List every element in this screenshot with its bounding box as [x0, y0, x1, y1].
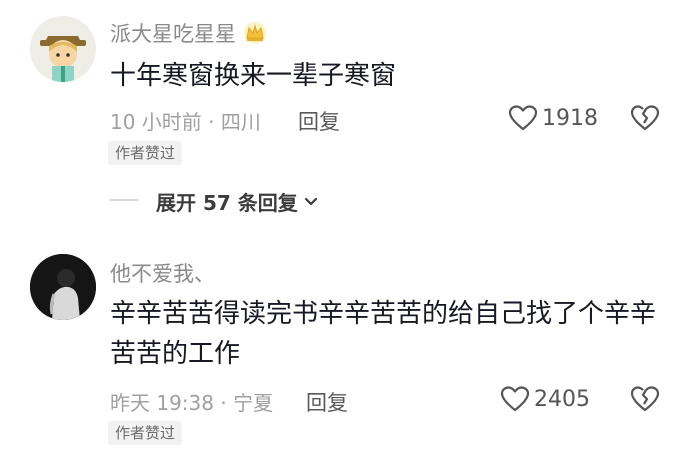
comment-text: 辛辛苦苦得读完书辛辛苦苦的给自己找了个辛辛 苦苦的工作 [110, 294, 656, 374]
expand-divider [110, 199, 138, 201]
heart-icon [500, 386, 530, 412]
author-liked-tag: 作者赞过 [108, 421, 183, 445]
broken-heart-icon [630, 105, 660, 131]
avatar[interactable] [30, 254, 96, 320]
comment-line: 辛辛苦苦得读完书辛辛苦苦的给自己找了个辛辛 [110, 299, 657, 329]
broken-heart-icon [630, 386, 660, 412]
reply-button[interactable]: 回复 [298, 106, 340, 136]
like-button[interactable]: 1918 [508, 104, 598, 132]
expand-replies-button[interactable]: 展开 57 条回复 [156, 187, 320, 216]
expand-replies-label: 展开 57 条回复 [156, 191, 298, 215]
like-count: 1918 [542, 105, 598, 131]
dislike-button[interactable] [630, 104, 660, 136]
username-text: 他不爱我、 [110, 262, 215, 286]
avatar[interactable] [30, 16, 96, 82]
heart-icon [508, 105, 538, 131]
reply-button[interactable]: 回复 [306, 387, 348, 417]
person-photo-avatar-icon [30, 254, 96, 320]
username[interactable]: 派大星吃星星 [110, 18, 268, 48]
username[interactable]: 他不爱我、 [110, 258, 215, 288]
cartoon-avatar-icon [30, 16, 96, 82]
comment-text: 十年寒窗换来一辈子寒窗 [110, 56, 396, 96]
chevron-down-icon [304, 197, 317, 205]
like-button[interactable]: 2405 [500, 385, 590, 413]
comment-line: 苦苦的工作 [110, 339, 241, 369]
username-text: 派大星吃星星 [110, 22, 236, 46]
comment-item: 派大星吃星星 十年寒窗换来一辈子寒窗 10 小时前 · 四川 回复 1918 作… [0, 0, 690, 170]
comment-time-location: 10 小时前 · 四川 [110, 110, 261, 134]
like-count: 2405 [534, 386, 590, 412]
comment-time-location: 昨天 19:38 · 宁夏 [110, 391, 274, 415]
crown-badge-icon [242, 20, 268, 46]
author-liked-tag: 作者赞过 [108, 141, 183, 165]
comment-line: 十年寒窗换来一辈子寒窗 [110, 61, 397, 91]
comment-item: 他不爱我、 辛辛苦苦得读完书辛辛苦苦的给自己找了个辛辛 苦苦的工作 昨天 19:… [0, 240, 690, 463]
dislike-button[interactable] [630, 385, 660, 417]
